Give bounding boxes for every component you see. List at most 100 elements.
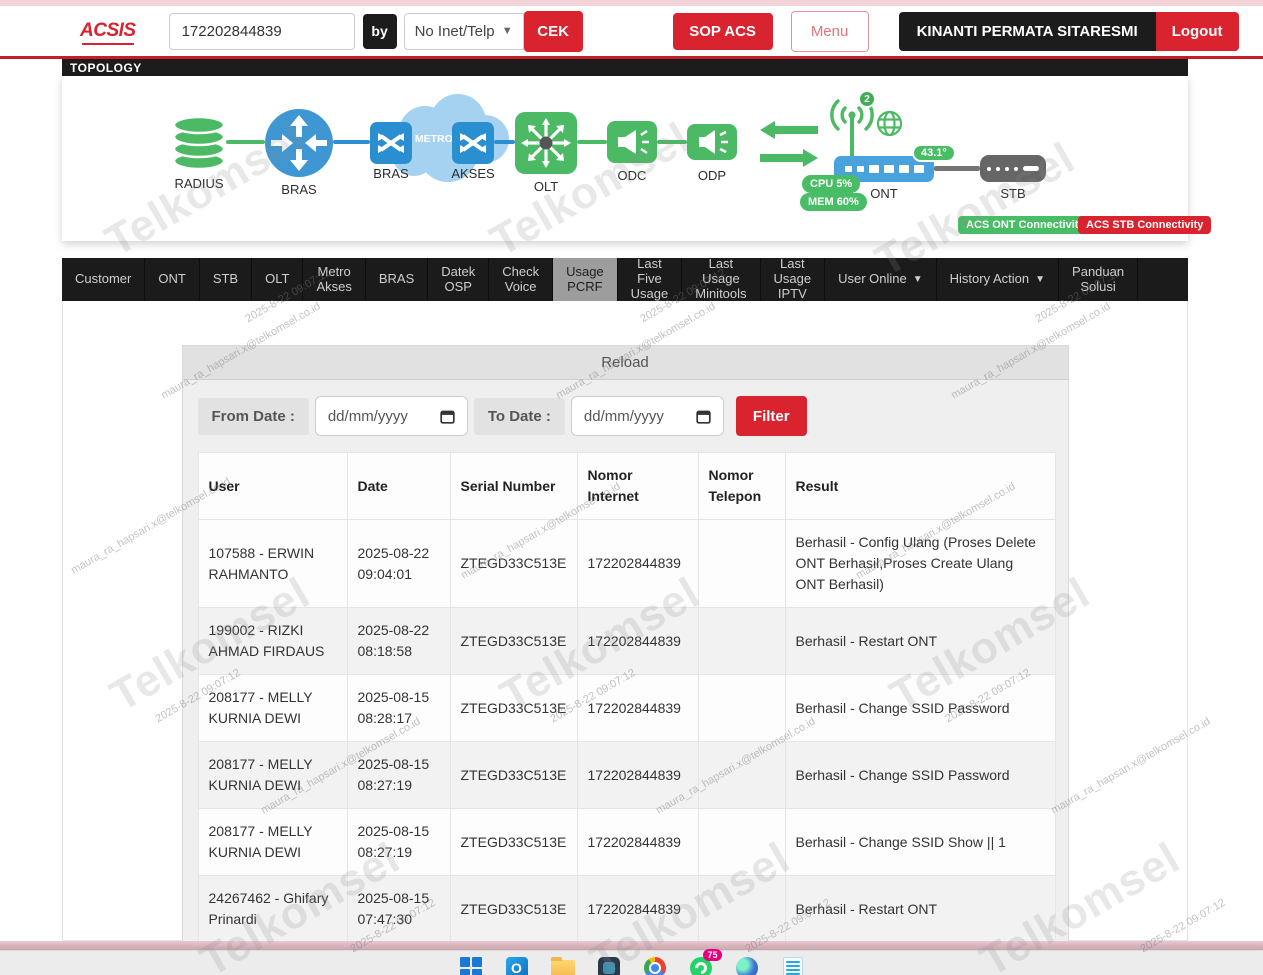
date-filter-row: From Date : dd/mm/yyyy To Date : dd/mm/y… <box>197 396 1053 436</box>
tab-panduan-solusi[interactable]: Panduan Solusi <box>1059 258 1139 301</box>
tab-label: Usage PCRF <box>566 263 604 294</box>
column-header: Serial Number <box>449 452 578 520</box>
bras-router-icon <box>265 109 333 177</box>
to-date-value: dd/mm/yyyy <box>583 407 664 425</box>
table-cell: Berhasil - Change SSID Password <box>784 674 1056 742</box>
table-cell: 24267462 - Ghifary Prinardi <box>197 875 348 943</box>
ont-temperature-badge: 43.1° <box>912 144 956 162</box>
table-cell: ZTEGD33C513E <box>449 674 578 742</box>
table-cell: Berhasil - Change SSID Password <box>784 741 1056 809</box>
table-cell: ZTEGD33C513E <box>449 808 578 876</box>
column-header: User <box>197 452 348 520</box>
link-ont-stb <box>934 166 980 171</box>
whatsapp-icon[interactable]: 75 <box>688 949 722 975</box>
taskbar: O 75 <box>0 949 1263 975</box>
menu-button[interactable]: Menu <box>790 10 869 52</box>
tab-check-voice[interactable]: Check Voice <box>489 258 554 301</box>
tab-metro-akses[interactable]: Metro Akses <box>303 258 366 301</box>
tab-usage-pcrf[interactable]: Usage PCRF <box>553 258 618 301</box>
tab-label: Last Usage IPTV <box>773 256 812 301</box>
ont-label: ONT <box>870 186 898 201</box>
table-cell: ZTEGD33C513E <box>449 519 578 608</box>
tab-user-online[interactable]: User Online ▼ <box>825 258 937 301</box>
outlook-icon[interactable]: O <box>504 955 530 975</box>
filter-button[interactable]: Filter <box>735 396 807 436</box>
tab-label: Last Five Usage <box>630 256 669 301</box>
usage-table: User Date Serial Number Nomor Internet Nomor… <box>197 452 1056 943</box>
tab-ont[interactable]: ONT <box>145 258 200 301</box>
column-header: Nomor Internet <box>576 452 699 520</box>
tab-label: OLT <box>265 271 290 287</box>
search-input[interactable] <box>168 12 355 50</box>
table-cell: 2025-08-15 08:28:17 <box>346 674 451 742</box>
table-cell <box>697 875 786 943</box>
table-cell: 199002 - RIZKI AHMAD FIRDAUS <box>197 607 348 675</box>
tab-last-usage-minitools[interactable]: Last Usage Minitools <box>682 256 761 301</box>
tab-bar: Customer ONT STB OLT Metro Akses BRAS Datek OS… <box>62 256 1188 301</box>
table-cell: 208177 - MELLY KURNIA DEWI <box>197 674 348 742</box>
table-cell: Berhasil - Restart ONT <box>784 875 1056 943</box>
usage-panel: Reload From Date : dd/mm/yyyy To Date : … <box>181 345 1069 960</box>
link-radius-bras <box>226 140 265 144</box>
tab-customer[interactable]: Customer <box>62 258 146 301</box>
table-cell <box>697 741 786 809</box>
table-cell: 2025-08-15 08:27:19 <box>346 741 451 809</box>
chevron-down-icon: ▼ <box>912 273 923 285</box>
acs-stb-connectivity-button[interactable]: ACS STB Connectivity <box>1078 216 1212 234</box>
table-row: 107588 - ERWIN RAHMANTO 2025-08-22 09:04:… <box>197 519 1056 608</box>
link-metro-olt <box>494 140 515 144</box>
acsis-logo: ACSIS <box>80 20 136 45</box>
sop-acs-button[interactable]: SOP ACS <box>672 12 773 50</box>
topology-panel: TOPOLOGY RADIUS BRAS METRO - E BRAS AKSE… <box>62 59 1212 241</box>
whatsapp-badge: 75 <box>703 949 722 961</box>
tab-bras[interactable]: BRAS <box>366 258 429 301</box>
tab-last-five-usage[interactable]: Last Five Usage <box>618 256 683 301</box>
internet-globe-icon <box>876 110 903 137</box>
search-type-select[interactable]: No Inet/Telp ▼ <box>403 12 524 50</box>
tab-label: BRAS <box>378 271 415 287</box>
user-name-button[interactable]: KINANTI PERMATA SITARESMI <box>898 11 1156 51</box>
column-header: Result <box>784 452 1056 520</box>
folder-icon[interactable] <box>550 955 576 975</box>
tab-history-action[interactable]: History Action ▼ <box>937 258 1060 301</box>
chrome-icon[interactable] <box>642 955 668 975</box>
metro-bras-switch-icon <box>370 122 412 164</box>
tab-label: Metro Akses <box>316 263 352 294</box>
table-cell: 2025-08-15 08:27:19 <box>346 808 451 876</box>
teams-app-icon[interactable] <box>596 955 622 975</box>
tab-label: STB <box>212 271 239 287</box>
chevron-down-icon: ▼ <box>1035 273 1046 285</box>
tab-label: ONT <box>158 271 186 287</box>
olt-label: OLT <box>533 179 559 194</box>
olt-icon <box>515 112 577 174</box>
from-date-label: From Date : <box>197 397 309 435</box>
tab-datek-osp[interactable]: Datek OSP <box>428 258 490 301</box>
acs-ont-connectivity-button[interactable]: ACS ONT Connectivity <box>958 216 1093 234</box>
topology-title: TOPOLOGY <box>62 59 1188 76</box>
odp-label: ODP <box>697 168 727 183</box>
page: ACSIS by No Inet/Telp ▼ CEK SOP ACS Menu… <box>0 0 1263 975</box>
tab-last-usage-iptv[interactable]: Last Usage IPTV <box>761 256 826 301</box>
odc-icon <box>607 121 657 163</box>
windows-icon[interactable] <box>458 955 484 975</box>
stb-icon <box>980 155 1046 182</box>
table-cell: 208177 - MELLY KURNIA DEWI <box>197 808 348 876</box>
table-cell: 2025-08-15 07:47:30 <box>346 875 451 943</box>
notepad-icon[interactable] <box>780 955 806 975</box>
logout-button[interactable]: Logout <box>1155 11 1239 51</box>
link-odc-odp <box>657 140 687 144</box>
to-date-input[interactable]: dd/mm/yyyy <box>570 396 724 436</box>
table-cell: 172202844839 <box>576 607 699 675</box>
tab-stb[interactable]: STB <box>200 258 253 301</box>
table-cell: 107588 - ERWIN RAHMANTO <box>197 519 348 608</box>
table-row: 208177 - MELLY KURNIA DEWI 2025-08-15 08:… <box>197 808 1056 876</box>
cek-button[interactable]: CEK <box>523 10 583 52</box>
from-date-input[interactable]: dd/mm/yyyy <box>314 396 468 436</box>
table-cell: 2025-08-22 08:18:58 <box>346 607 451 675</box>
table-cell: 172202844839 <box>576 875 699 943</box>
window-edge-bottom <box>0 941 1263 950</box>
reload-button[interactable]: Reload <box>182 346 1068 380</box>
edge-icon[interactable] <box>734 955 760 975</box>
table-cell: ZTEGD33C513E <box>449 741 578 809</box>
tab-olt[interactable]: OLT <box>252 258 304 301</box>
